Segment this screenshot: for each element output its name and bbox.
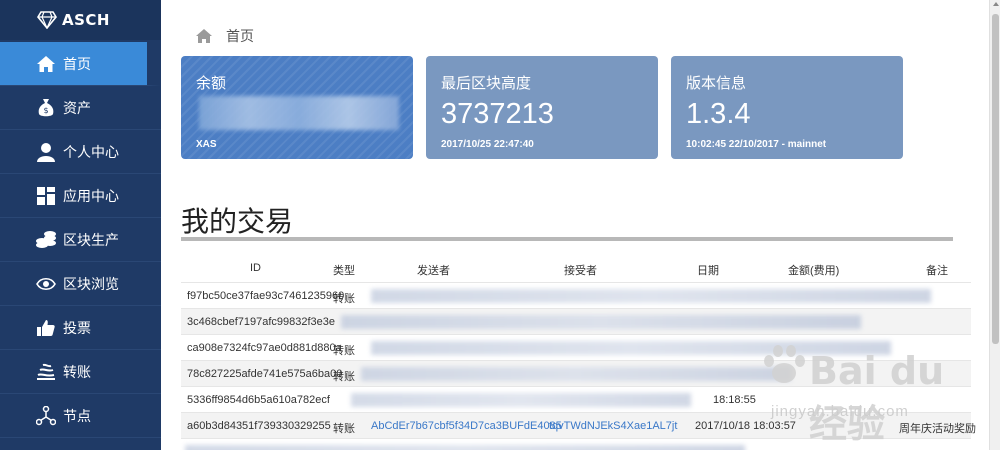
block-height-value: 3737213 [441,98,554,130]
redacted-fields [351,393,691,407]
sidebar-item-vote[interactable]: 投票 [0,306,161,350]
table-row[interactable]: 3c468cbef7197afc99832f3e3e [181,308,971,334]
tx-id[interactable]: a60b3d84351f739330329255 [187,420,331,432]
col-sender: 发送者 [417,265,450,277]
tx-type: 转账 [333,371,355,383]
tx-type: 转账 [333,423,355,435]
sidebar-item-nodes[interactable]: 节点 [0,394,161,438]
balance-value-blurred [199,96,399,130]
nodes-icon [36,405,56,426]
apps-grid-icon [36,186,56,206]
sidebar: ASCH 首页 $ 资产 个人中心 应用中心 区块生产 区块浏览 投票 转账 节… [0,0,161,450]
tx-id[interactable]: ca908e7324fc97ae0d881d880a [187,342,342,354]
sidebar-item-home[interactable]: 首页 [0,42,161,86]
user-icon [36,142,56,162]
tx-id[interactable]: 78c827225afde741e575a6ba00 [187,368,342,380]
tx-id[interactable]: 5336ff9854d6b5a610a782ecf [187,394,330,406]
home-icon[interactable] [196,29,212,43]
sidebar-item-label: 投票 [63,319,91,336]
breadcrumb: 首页 [196,26,254,46]
col-date: 日期 [697,265,719,277]
redacted-fields [371,289,931,303]
eye-icon [36,274,56,294]
scrollbar-thumb[interactable] [992,14,999,344]
tx-type: 转账 [333,345,355,357]
redacted-fields [361,367,791,381]
watermark-brand: Bai du 经验 [809,349,945,446]
version-value: 1.3.4 [686,98,751,130]
table-row[interactable]: f97bc50ce37fae93c7461235960 转账 [181,282,971,308]
sidebar-item-label: 转账 [63,363,91,380]
sidebar-item-assets[interactable]: $ 资产 [0,86,161,130]
svg-text:$: $ [43,106,48,115]
sidebar-item-forging[interactable]: 区块生产 [0,218,161,262]
tx-date: 18:18:55 [713,394,756,406]
sidebar-item-explorer[interactable]: 区块浏览 [0,262,161,306]
col-amount: 金额(费用) [788,265,840,277]
vertical-scrollbar[interactable] [989,0,1000,450]
section-divider [181,237,953,241]
home-icon [36,54,56,74]
tx-type: 转账 [333,293,355,305]
watermark: Bai du 经验 jingyan.baidu.com [761,335,991,446]
block-height-card: 最后区块高度 3737213 2017/10/25 22:47:40 [426,56,658,159]
sidebar-item-label: 资产 [63,99,91,116]
brand[interactable]: ASCH [0,0,161,40]
tx-id[interactable]: 3c468cbef7197afc99832f3e3e [187,316,335,328]
balance-card: 余额 XAS [181,56,413,159]
scroll-up-arrow-icon[interactable] [993,2,999,6]
sidebar-item-label: 首页 [63,55,91,72]
thumbs-up-icon [36,318,56,338]
watermark-url: jingyan.baidu.com [771,403,909,420]
card-title: 版本信息 [686,75,747,92]
col-note: 备注 [926,265,948,277]
diamond-icon [37,11,57,29]
sidebar-item-label: 个人中心 [63,143,119,160]
version-build-info: 10:02:45 22/10/2017 - mainnet [686,139,827,150]
card-title: 最后区块高度 [441,75,532,92]
tx-receiver[interactable]: tqvTWdNJEkS4Xae1AL7jt [549,420,677,432]
col-receiver: 接受者 [564,265,597,277]
paw-icon [764,345,805,383]
brand-name: ASCH [62,11,110,29]
col-type: 类型 [333,265,355,277]
table-header: ID 类型 发送者 接受者 日期 金额(费用) 备注 [181,254,971,282]
money-bag-icon: $ [36,98,56,118]
tx-id[interactable]: f97bc50ce37fae93c7461235960 [187,290,344,302]
redacted-fields [185,445,745,450]
sidebar-item-label: 区块生产 [63,231,119,248]
balance-unit: XAS [196,139,217,150]
sidebar-item-transfer[interactable]: 转账 [0,350,161,394]
sidebar-item-profile[interactable]: 个人中心 [0,130,161,174]
breadcrumb-label[interactable]: 首页 [226,26,254,46]
transfer-icon [36,362,56,382]
main-content: 首页 余额 XAS 最后区块高度 3737213 2017/10/25 22:4… [161,0,989,450]
version-card: 版本信息 1.3.4 10:02:45 22/10/2017 - mainnet [671,56,903,159]
tx-sender[interactable]: AbCdEr7b67cbf5f34D7ca3BUFdE4085 [371,420,562,432]
sidebar-item-label: 区块浏览 [63,275,119,292]
sidebar-item-label: 应用中心 [63,187,119,204]
card-title: 余额 [196,75,227,92]
coins-stack-icon [36,230,56,250]
redacted-fields [341,315,861,329]
sidebar-item-label: 节点 [63,407,91,424]
transactions-title: 我的交易 [181,206,294,237]
sidebar-item-apps[interactable]: 应用中心 [0,174,161,218]
block-height-timestamp: 2017/10/25 22:47:40 [441,139,534,150]
col-id: ID [250,262,261,274]
